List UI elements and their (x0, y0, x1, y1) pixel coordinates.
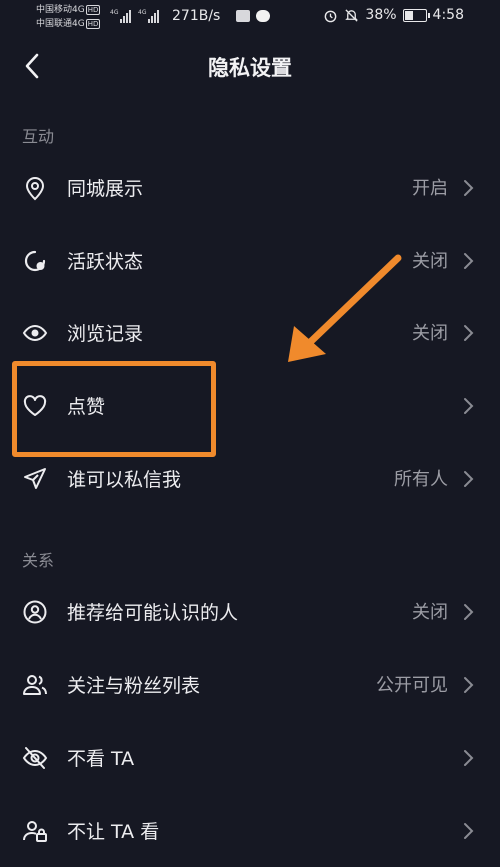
chevron-right-icon (464, 604, 474, 620)
battery-icon (402, 8, 430, 22)
location-pin-icon (25, 177, 45, 201)
chevron-right-icon (464, 398, 474, 414)
chevron-right-icon (464, 471, 474, 487)
row-who-can-message[interactable]: 谁可以私信我 所有人 (0, 446, 500, 510)
row-browsing-history[interactable]: 浏览记录 关闭 (0, 300, 500, 364)
mute-icon (345, 8, 359, 22)
row-dont-see-them[interactable]: 不看 TA (0, 725, 500, 789)
row-value: 所有人 (394, 469, 448, 490)
clock: 4:58 (432, 7, 464, 23)
eye-icon (22, 324, 48, 342)
row-label: 关注与粉丝列表 (67, 674, 201, 697)
row-label: 浏览记录 (67, 322, 144, 345)
row-label: 不让 TA 看 (67, 820, 160, 843)
users-icon (23, 675, 47, 695)
eye-off-icon (22, 747, 48, 769)
row-value: 关闭 (412, 602, 448, 623)
system-status: 38% 4:58 (323, 7, 464, 23)
hd-badge: HD (85, 19, 101, 29)
qq-icon (256, 10, 270, 22)
status-bar: 中国移动4G HD 中国联通4G HD 4G 4G 271B/s 38% 4:58 (0, 0, 500, 36)
alarm-icon (325, 10, 337, 22)
row-dont-let-them-see[interactable]: 不让 TA 看 (0, 798, 500, 862)
row-label: 推荐给可能认识的人 (67, 601, 239, 624)
page-title: 隐私设置 (208, 56, 292, 80)
section-label-interaction: 互动 (22, 127, 55, 146)
notification-icon (236, 10, 250, 22)
row-value: 公开可见 (376, 675, 448, 696)
row-local-display[interactable]: 同城展示 开启 (0, 155, 500, 219)
send-icon (24, 468, 46, 489)
row-label: 谁可以私信我 (67, 468, 182, 491)
activity-status-icon (24, 250, 46, 272)
user-circle-icon (23, 600, 47, 624)
chevron-right-icon (464, 750, 474, 766)
signal-icon: 4G (110, 9, 132, 23)
signal-icon: 4G (138, 9, 160, 23)
row-value: 关闭 (412, 323, 448, 344)
carrier-1: 中国移动4G HD (36, 5, 101, 15)
network-speed: 271B/s (172, 8, 221, 24)
row-value: 关闭 (412, 251, 448, 272)
row-following-followers-list[interactable]: 关注与粉丝列表 公开可见 (0, 652, 500, 716)
chevron-right-icon (464, 325, 474, 341)
hd-badge: HD (85, 5, 101, 15)
header: 隐私设置 (0, 36, 500, 96)
chevron-right-icon (464, 180, 474, 196)
row-label: 不看 TA (67, 747, 135, 770)
row-likes[interactable]: 点赞 (0, 373, 500, 437)
row-label: 活跃状态 (67, 250, 144, 273)
chevron-right-icon (464, 677, 474, 693)
chevron-right-icon (464, 823, 474, 839)
battery-percent: 38% (365, 7, 397, 23)
chevron-right-icon (464, 253, 474, 269)
row-label: 点赞 (67, 395, 106, 418)
row-value: 开启 (412, 178, 448, 199)
row-label: 同城展示 (67, 177, 144, 200)
section-label-relationship: 关系 (22, 551, 55, 570)
carrier-2: 中国联通4G HD (36, 19, 101, 29)
row-recommend-to-acquaintances[interactable]: 推荐给可能认识的人 关闭 (0, 579, 500, 643)
row-activity-status[interactable]: 活跃状态 关闭 (0, 228, 500, 292)
user-lock-icon (23, 821, 47, 842)
heart-icon (23, 395, 47, 416)
